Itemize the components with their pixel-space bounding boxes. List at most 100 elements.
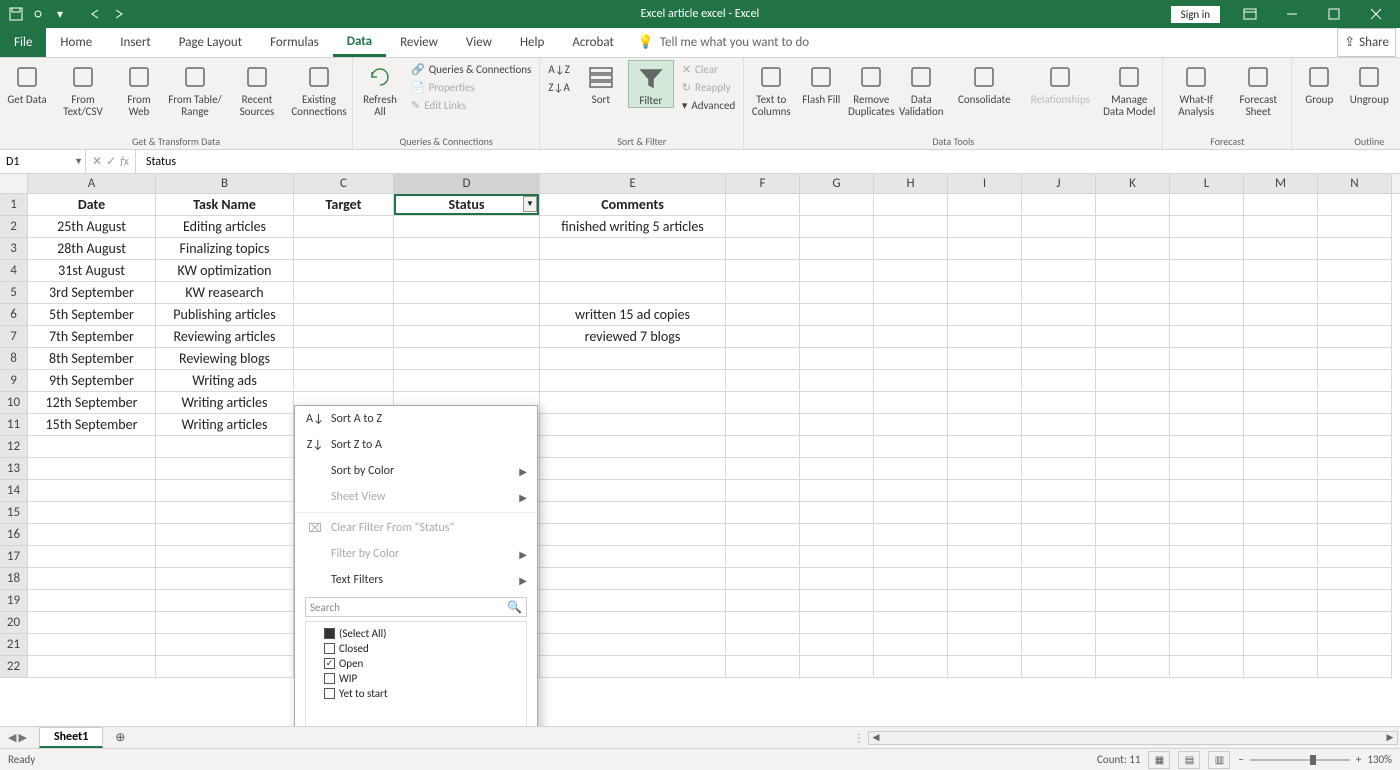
reapply-filter-button[interactable]: ↻Reapply bbox=[678, 80, 739, 95]
row-header[interactable]: 22 bbox=[0, 656, 28, 678]
cell-A12[interactable] bbox=[28, 436, 156, 458]
ribbon-tab-home[interactable]: Home bbox=[46, 28, 106, 57]
column-header-A[interactable]: A bbox=[28, 174, 156, 193]
cell-C5[interactable] bbox=[294, 282, 394, 304]
cell-L8[interactable] bbox=[1170, 348, 1244, 370]
cell-E15[interactable] bbox=[540, 502, 726, 524]
cell-M10[interactable] bbox=[1244, 392, 1318, 414]
row-header[interactable]: 1 bbox=[0, 194, 28, 216]
cell-J21[interactable] bbox=[1022, 634, 1096, 656]
cell-F4[interactable] bbox=[726, 260, 800, 282]
cell-L17[interactable] bbox=[1170, 546, 1244, 568]
cell-K3[interactable] bbox=[1096, 238, 1170, 260]
cell-B7[interactable]: Reviewing articles bbox=[156, 326, 294, 348]
cell-F5[interactable] bbox=[726, 282, 800, 304]
cell-B1[interactable]: Task Name bbox=[156, 194, 294, 216]
cell-M4[interactable] bbox=[1244, 260, 1318, 282]
cell-A2[interactable]: 25th August bbox=[28, 216, 156, 238]
cell-J14[interactable] bbox=[1022, 480, 1096, 502]
cell-I20[interactable] bbox=[948, 612, 1022, 634]
cell-N19[interactable] bbox=[1318, 590, 1392, 612]
cell-K8[interactable] bbox=[1096, 348, 1170, 370]
cell-I17[interactable] bbox=[948, 546, 1022, 568]
cell-M19[interactable] bbox=[1244, 590, 1318, 612]
cell-I6[interactable] bbox=[948, 304, 1022, 326]
cell-D1[interactable]: Status▼ bbox=[394, 194, 540, 216]
cell-N7[interactable] bbox=[1318, 326, 1392, 348]
cell-M21[interactable] bbox=[1244, 634, 1318, 656]
cell-G5[interactable] bbox=[800, 282, 874, 304]
cell-M9[interactable] bbox=[1244, 370, 1318, 392]
cell-L13[interactable] bbox=[1170, 458, 1244, 480]
cell-K10[interactable] bbox=[1096, 392, 1170, 414]
scroll-right-icon[interactable]: ▶ bbox=[1383, 732, 1397, 743]
cell-A16[interactable] bbox=[28, 524, 156, 546]
btn-subtotal[interactable]: Subtotal bbox=[1396, 60, 1400, 106]
share-button[interactable]: ⇪ Share bbox=[1337, 28, 1396, 57]
column-header-C[interactable]: C bbox=[294, 174, 394, 193]
cell-N22[interactable] bbox=[1318, 656, 1392, 678]
cell-E17[interactable] bbox=[540, 546, 726, 568]
cell-B10[interactable]: Writing articles bbox=[156, 392, 294, 414]
cell-K15[interactable] bbox=[1096, 502, 1170, 524]
cell-L15[interactable] bbox=[1170, 502, 1244, 524]
cell-A8[interactable]: 8th September bbox=[28, 348, 156, 370]
close-icon[interactable] bbox=[1356, 0, 1396, 28]
cell-B21[interactable] bbox=[156, 634, 294, 656]
cell-H19[interactable] bbox=[874, 590, 948, 612]
cell-N21[interactable] bbox=[1318, 634, 1392, 656]
cell-C8[interactable] bbox=[294, 348, 394, 370]
cell-M16[interactable] bbox=[1244, 524, 1318, 546]
cell-M20[interactable] bbox=[1244, 612, 1318, 634]
btn-relationships[interactable]: Relationships bbox=[1024, 60, 1096, 106]
cell-J2[interactable] bbox=[1022, 216, 1096, 238]
cell-N12[interactable] bbox=[1318, 436, 1392, 458]
cell-J11[interactable] bbox=[1022, 414, 1096, 436]
cell-H12[interactable] bbox=[874, 436, 948, 458]
cell-A22[interactable] bbox=[28, 656, 156, 678]
cell-M15[interactable] bbox=[1244, 502, 1318, 524]
cell-N11[interactable] bbox=[1318, 414, 1392, 436]
cell-I8[interactable] bbox=[948, 348, 1022, 370]
cell-H10[interactable] bbox=[874, 392, 948, 414]
cell-K9[interactable] bbox=[1096, 370, 1170, 392]
cell-J22[interactable] bbox=[1022, 656, 1096, 678]
cell-G19[interactable] bbox=[800, 590, 874, 612]
cell-F9[interactable] bbox=[726, 370, 800, 392]
cell-H2[interactable] bbox=[874, 216, 948, 238]
ribbon-tab-acrobat[interactable]: Acrobat bbox=[558, 28, 628, 57]
cell-F1[interactable] bbox=[726, 194, 800, 216]
cell-G8[interactable] bbox=[800, 348, 874, 370]
cell-J3[interactable] bbox=[1022, 238, 1096, 260]
btn-group[interactable]: Group bbox=[1296, 60, 1342, 106]
cell-A4[interactable]: 31st August bbox=[28, 260, 156, 282]
cell-L10[interactable] bbox=[1170, 392, 1244, 414]
cell-M22[interactable] bbox=[1244, 656, 1318, 678]
row-header[interactable]: 21 bbox=[0, 634, 28, 656]
cell-L5[interactable] bbox=[1170, 282, 1244, 304]
cell-A19[interactable] bbox=[28, 590, 156, 612]
cell-I4[interactable] bbox=[948, 260, 1022, 282]
cell-G6[interactable] bbox=[800, 304, 874, 326]
cell-A11[interactable]: 15th September bbox=[28, 414, 156, 436]
cell-G2[interactable] bbox=[800, 216, 874, 238]
cell-G10[interactable] bbox=[800, 392, 874, 414]
column-header-K[interactable]: K bbox=[1096, 174, 1170, 193]
cell-E12[interactable] bbox=[540, 436, 726, 458]
cell-M7[interactable] bbox=[1244, 326, 1318, 348]
select-all-corner[interactable] bbox=[0, 174, 28, 193]
spreadsheet-grid[interactable]: ABCDEFGHIJKLMN 1DateTask NameTargetStatu… bbox=[0, 174, 1400, 726]
cell-E1[interactable]: Comments bbox=[540, 194, 726, 216]
cell-I9[interactable] bbox=[948, 370, 1022, 392]
ribbon-tab-help[interactable]: Help bbox=[506, 28, 558, 57]
cell-B8[interactable]: Reviewing blogs bbox=[156, 348, 294, 370]
column-header-L[interactable]: L bbox=[1170, 174, 1244, 193]
cell-G13[interactable] bbox=[800, 458, 874, 480]
cell-K1[interactable] bbox=[1096, 194, 1170, 216]
cell-E11[interactable] bbox=[540, 414, 726, 436]
cell-E14[interactable] bbox=[540, 480, 726, 502]
cell-E21[interactable] bbox=[540, 634, 726, 656]
cell-A6[interactable]: 5th September bbox=[28, 304, 156, 326]
file-tab[interactable]: File bbox=[0, 28, 46, 57]
cell-D4[interactable] bbox=[394, 260, 540, 282]
